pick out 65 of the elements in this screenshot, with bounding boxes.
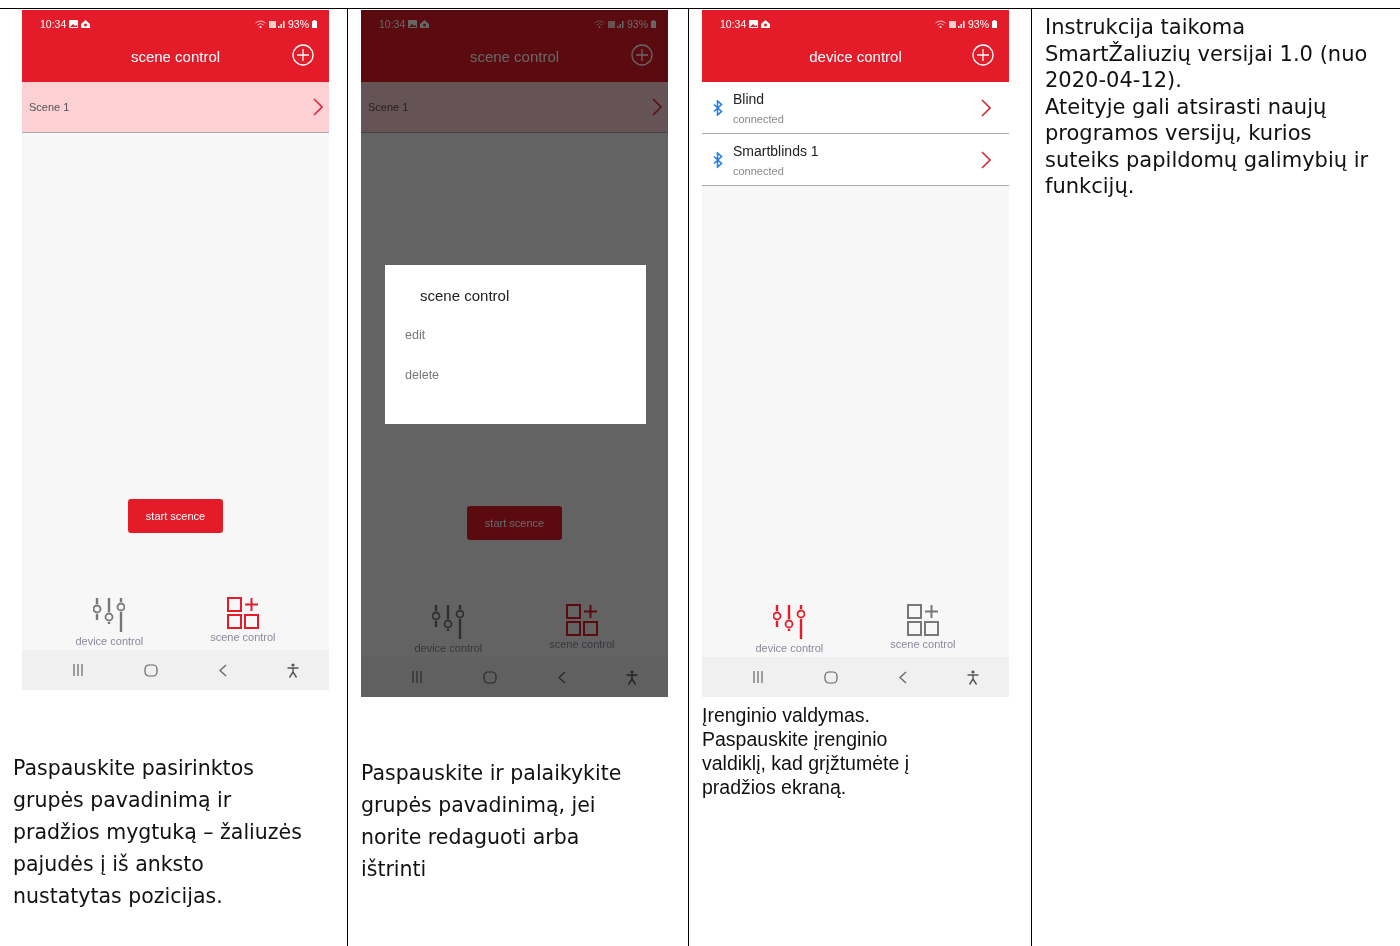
device-row[interactable]: Blind connected: [702, 82, 1009, 134]
back-icon[interactable]: [898, 670, 907, 684]
add-icon[interactable]: [292, 44, 314, 66]
caption-text: Paspauskite ir palaikykite grupės pavadinimą, jei norite redaguoti arba ištrinti: [361, 760, 623, 883]
tab-button[interactable]: scene control: [890, 604, 956, 654]
bluetooth-icon: [713, 151, 723, 168]
device-row[interactable]: Smartblinds 1 connected: [702, 134, 1009, 186]
chevron-icon: [981, 150, 991, 169]
screen-title: scene control: [469, 47, 560, 65]
device-status: connected: [733, 112, 785, 125]
menu-title: scene control: [420, 287, 511, 304]
battery-icon: [992, 20, 997, 28]
add-icon[interactable]: [972, 44, 994, 66]
chevron-icon: [981, 98, 991, 117]
start-scene-button[interactable]: start scence: [127, 499, 224, 533]
device-status: connected: [733, 164, 785, 177]
menu-item[interactable]: delete: [405, 368, 626, 382]
chevron-icon: [652, 98, 662, 116]
caption-text: Paspauskite pasirinktos grupės pavadinimą ir pradžios mygtuką – žaliuzės pajudės į iš anksto nustatytas pozicijas.: [13, 755, 303, 910]
recent-apps-icon[interactable]: [752, 671, 765, 683]
tab-button[interactable]: device control: [755, 604, 824, 654]
device-name: Blind: [733, 90, 766, 107]
wifi-icon: [594, 20, 605, 28]
accessibility-icon[interactable]: [966, 669, 979, 685]
wifi-icon: [935, 20, 946, 28]
battery-percent: 93%: [288, 18, 309, 30]
image-icon: [749, 20, 759, 28]
notification-icon: [420, 20, 430, 28]
back-icon[interactable]: [557, 670, 566, 684]
back-icon[interactable]: [218, 663, 227, 677]
image-icon: [69, 20, 79, 28]
caption-text: Instrukcija taikoma SmartŽaliuzių versijai 1.0 (nuo 2020-04-12). Ateityje gali atsirasti naujų programos versijų, kurios suteiks papildomų galimybių ir funkcijų.: [1045, 14, 1370, 200]
battery-icon: [651, 20, 656, 28]
wifi-icon: [255, 20, 266, 28]
device-name: Smartblinds 1: [733, 142, 820, 159]
tab-button[interactable]: scene control: [210, 597, 276, 647]
battery-percent: 93%: [627, 18, 648, 30]
notification-icon: [81, 20, 91, 28]
screen-title: device control: [809, 47, 902, 65]
screen-title: scene control: [130, 47, 221, 65]
accessibility-icon[interactable]: [625, 669, 638, 685]
status-time: 10:34: [40, 18, 67, 30]
start-scene-button[interactable]: start scence: [466, 506, 563, 540]
bluetooth-icon: [713, 99, 723, 116]
status-time: 10:34: [720, 18, 747, 30]
tab-button[interactable]: device control: [75, 597, 144, 647]
signal-icon: [949, 20, 965, 28]
home-icon[interactable]: [824, 670, 839, 684]
add-icon[interactable]: [631, 44, 653, 66]
battery-percent: 93%: [968, 18, 989, 30]
menu-item[interactable]: edit: [405, 328, 626, 342]
home-icon[interactable]: [483, 670, 498, 684]
caption-text: Įrenginio valdymas. Paspauskite įrenginio valdiklį, kad grįžtumėte į pradžios ekraną.: [702, 703, 910, 799]
status-time: 10:34: [379, 18, 406, 30]
home-icon[interactable]: [144, 663, 159, 677]
battery-icon: [312, 20, 317, 28]
accessibility-icon[interactable]: [286, 662, 299, 678]
signal-icon: [608, 20, 624, 28]
scene-row[interactable]: Scene 1: [361, 82, 668, 133]
notification-icon: [761, 20, 771, 28]
chevron-icon: [313, 98, 323, 116]
scene-row[interactable]: Scene 1: [22, 82, 329, 133]
recent-apps-icon[interactable]: [72, 664, 85, 676]
image-icon: [408, 20, 418, 28]
signal-icon: [269, 20, 285, 28]
